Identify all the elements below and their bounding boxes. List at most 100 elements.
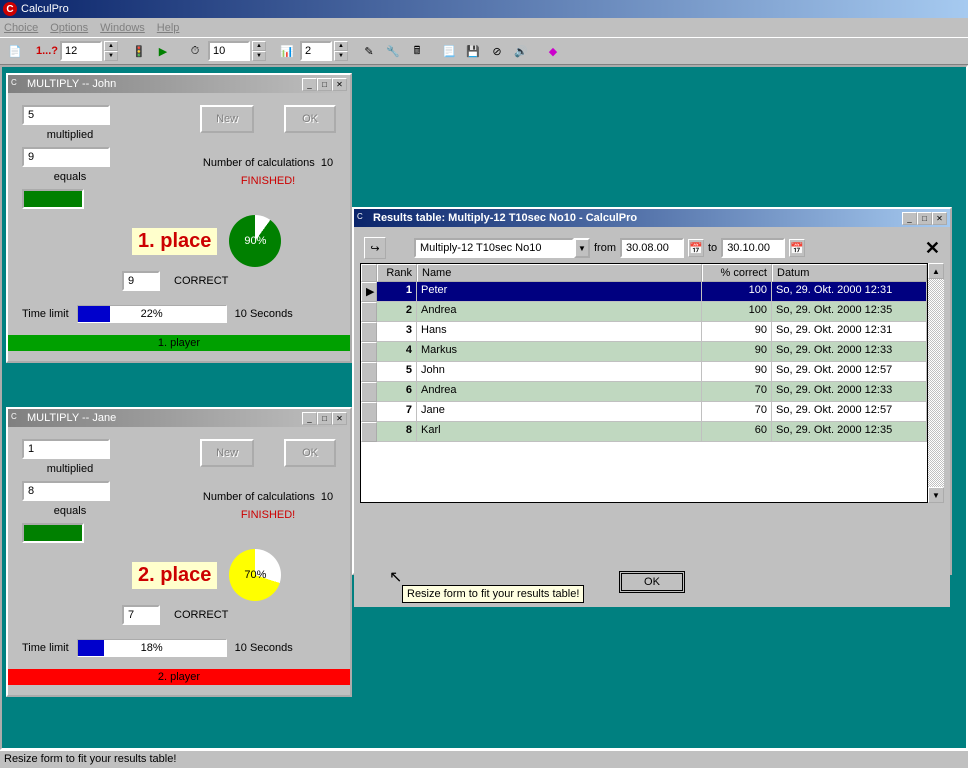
- grid-scrollbar[interactable]: ▲ ▼: [928, 263, 944, 503]
- operand2-input[interactable]: [22, 481, 110, 501]
- to-label: to: [708, 242, 717, 254]
- time-progress: 22%: [77, 305, 227, 323]
- ok-button[interactable]: OK: [284, 105, 336, 133]
- count-spinner[interactable]: ▲▼: [334, 41, 348, 61]
- calendar-to-icon[interactable]: 📅: [789, 239, 805, 257]
- player2-titlebar[interactable]: C MULTIPLY -- Jane _ □ ✕: [8, 409, 350, 427]
- scroll-up-icon[interactable]: ▲: [928, 263, 944, 279]
- workspace: C MULTIPLY -- John _ □ ✕ multiplied equa…: [0, 65, 968, 750]
- finished-label: FINISHED!: [241, 175, 295, 187]
- save-icon[interactable]: 💾: [462, 40, 484, 62]
- score-pie: 90%: [229, 215, 281, 267]
- table-row[interactable]: 4 Markus 90 So, 29. Okt. 2000 12:33: [361, 342, 927, 362]
- minimize-button[interactable]: _: [902, 212, 917, 225]
- table-row[interactable]: 2 Andrea 100 So, 29. Okt. 2000 12:35: [361, 302, 927, 322]
- player1-title: MULTIPLY -- John: [27, 78, 116, 90]
- calculator-icon[interactable]: 🖩: [406, 40, 428, 62]
- maximize-button[interactable]: □: [317, 412, 332, 425]
- maximize-button[interactable]: □: [917, 212, 932, 225]
- player-bar: 1. player: [8, 335, 350, 351]
- from-label: from: [594, 242, 616, 254]
- menubar: Choice Options Windows Help: [0, 18, 968, 37]
- page-icon[interactable]: 📃: [438, 40, 460, 62]
- results-combo-input[interactable]: [414, 238, 574, 258]
- window-icon: C: [11, 412, 23, 424]
- count-input[interactable]: [300, 41, 332, 61]
- table-row[interactable]: 5 John 90 So, 29. Okt. 2000 12:57: [361, 362, 927, 382]
- maximize-button[interactable]: □: [317, 78, 332, 91]
- table-row[interactable]: 8 Karl 60 So, 29. Okt. 2000 12:35: [361, 422, 927, 442]
- file-icon[interactable]: 📄: [4, 40, 26, 62]
- new-button[interactable]: New: [200, 105, 254, 133]
- minimize-button[interactable]: _: [302, 78, 317, 91]
- menu-options[interactable]: Options: [50, 22, 88, 34]
- range-spinner[interactable]: ▲▼: [104, 41, 118, 61]
- window-icon: C: [11, 78, 23, 90]
- app-titlebar: C CalculPro: [0, 0, 968, 18]
- export-icon[interactable]: ↪: [364, 237, 386, 259]
- menu-help[interactable]: Help: [157, 22, 180, 34]
- time-progress: 18%: [77, 639, 227, 657]
- player2-title: MULTIPLY -- Jane: [27, 412, 116, 424]
- finished-label: FINISHED!: [241, 509, 295, 521]
- player-bar: 2. player: [8, 669, 350, 685]
- results-combo[interactable]: ▼: [414, 238, 590, 258]
- close-button[interactable]: ✕: [932, 212, 947, 225]
- statusbar-text: Resize form to fit your results table!: [4, 753, 176, 765]
- table-row[interactable]: 3 Hans 90 So, 29. Okt. 2000 12:31: [361, 322, 927, 342]
- stop-icon[interactable]: ⊘: [486, 40, 508, 62]
- table-row[interactable]: 6 Andrea 70 So, 29. Okt. 2000 12:33: [361, 382, 927, 402]
- ok-button[interactable]: OK: [284, 439, 336, 467]
- header-rank[interactable]: Rank: [377, 264, 417, 282]
- player1-window: C MULTIPLY -- John _ □ ✕ multiplied equa…: [6, 73, 352, 363]
- timer-spinner[interactable]: ▲▼: [252, 41, 266, 61]
- time-seconds: 10 Seconds: [235, 642, 293, 654]
- close-button[interactable]: ✕: [332, 78, 347, 91]
- header-pct[interactable]: % correct: [702, 264, 772, 282]
- header-selector[interactable]: [361, 264, 377, 282]
- close-results-icon[interactable]: ✕: [925, 238, 940, 259]
- correct-label: CORRECT: [174, 609, 228, 621]
- to-date[interactable]: [721, 238, 785, 258]
- menu-choice[interactable]: Choice: [4, 22, 38, 34]
- range-input[interactable]: [60, 41, 102, 61]
- new-button[interactable]: New: [200, 439, 254, 467]
- header-date[interactable]: Datum: [772, 264, 927, 282]
- table-row[interactable]: 7 Jane 70 So, 29. Okt. 2000 12:57: [361, 402, 927, 422]
- operand2-input[interactable]: [22, 147, 110, 167]
- player2-window: C MULTIPLY -- Jane _ □ ✕ multiplied equa…: [6, 407, 352, 697]
- timer-input[interactable]: [208, 41, 250, 61]
- play-icon[interactable]: ▶: [152, 40, 174, 62]
- results-title: Results table: Multiply-12 T10sec No10 -…: [373, 212, 637, 224]
- results-titlebar[interactable]: C Results table: Multiply-12 T10sec No10…: [354, 209, 950, 227]
- chart-icon[interactable]: 📊: [276, 40, 298, 62]
- stopwatch-icon[interactable]: ⏱: [184, 40, 206, 62]
- from-date[interactable]: [620, 238, 684, 258]
- operand1-input[interactable]: [22, 439, 110, 459]
- menu-windows[interactable]: Windows: [100, 22, 145, 34]
- traffic-light-icon[interactable]: 🚦: [128, 40, 150, 62]
- results-window: C Results table: Multiply-12 T10sec No10…: [352, 207, 952, 575]
- operand1-input[interactable]: [22, 105, 110, 125]
- results-ok-button[interactable]: OK: [619, 571, 685, 593]
- calendar-from-icon[interactable]: 📅: [688, 239, 704, 257]
- tooltip: Resize form to fit your results table!: [402, 585, 584, 603]
- sound-icon[interactable]: 🔊: [510, 40, 532, 62]
- close-button[interactable]: ✕: [332, 412, 347, 425]
- dropdown-icon[interactable]: ▼: [574, 238, 590, 258]
- score-pie: 70%: [229, 549, 281, 601]
- minimize-button[interactable]: _: [302, 412, 317, 425]
- table-row[interactable]: ▶ 1 Peter 100 So, 29. Okt. 2000 12:31: [361, 282, 927, 302]
- statusbar: Resize form to fit your results table!: [0, 750, 968, 768]
- scroll-down-icon[interactable]: ▼: [928, 487, 944, 503]
- header-name[interactable]: Name: [417, 264, 702, 282]
- time-limit-label: Time limit: [22, 308, 69, 320]
- equals-label: equals: [40, 171, 100, 183]
- results-grid[interactable]: Rank Name % correct Datum ▶ 1 Peter 100 …: [360, 263, 928, 503]
- place-label: 1. place: [132, 228, 217, 255]
- eraser-icon[interactable]: ◆: [542, 40, 564, 62]
- num-calc-value: 10: [321, 157, 333, 169]
- tool-icon-2[interactable]: 🔧: [382, 40, 404, 62]
- player1-titlebar[interactable]: C MULTIPLY -- John _ □ ✕: [8, 75, 350, 93]
- tool-icon-1[interactable]: ✎: [358, 40, 380, 62]
